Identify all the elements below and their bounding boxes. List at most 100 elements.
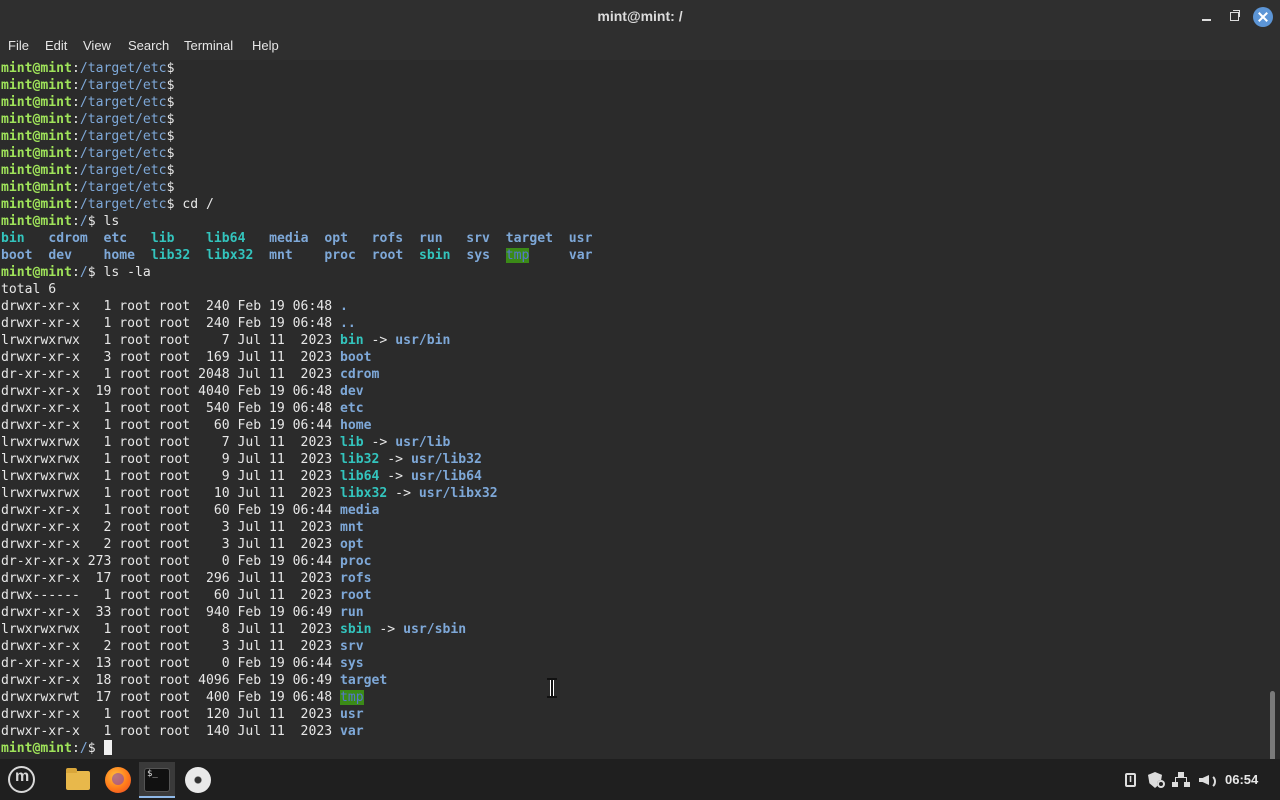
terminal-text: rofs: [339, 571, 372, 586]
terminal-text: /: [79, 265, 88, 280]
terminal-output[interactable]: mint@mint:/target/etc$ mint@mint:/target…: [0, 60, 1280, 759]
terminal-line: mint@mint:/target/etc$: [1, 128, 593, 145]
terminal-text: mint@mint: [1, 146, 72, 161]
terminal-text: mint@mint: [1, 741, 72, 756]
terminal-text: $: [166, 163, 183, 178]
terminal-text: drwxr-xr-x 2 root root 3 Jul 11 2023: [1, 520, 340, 535]
terminal-text: boot: [1, 248, 33, 263]
disc-icon[interactable]: [180, 762, 216, 798]
maximize-icon[interactable]: [1226, 8, 1244, 26]
terminal-line: mint@mint:/target/etc$: [1, 77, 593, 94]
close-icon[interactable]: [1253, 7, 1273, 27]
taskbar: 06:54: [0, 759, 1280, 800]
terminal-line: mint@mint:/target/etc$: [1, 145, 593, 162]
terminal-text: $: [166, 180, 183, 195]
terminal-text: /target/etc: [79, 95, 167, 110]
terminal-text: drwxr-xr-x 1 root root 60 Feb 19 06:44: [1, 418, 340, 433]
terminal-text: media: [269, 231, 309, 246]
terminal-line: lrwxrwxrwx 1 root root 10 Jul 11 2023 li…: [1, 485, 593, 502]
terminal-text: $: [166, 129, 183, 144]
menu-icon[interactable]: [3, 762, 39, 798]
terminal-text: usr/bin: [395, 333, 451, 348]
terminal-line: drwxr-xr-x 2 root root 3 Jul 11 2023 srv: [1, 638, 593, 655]
network-icon[interactable]: [1172, 771, 1190, 789]
terminal-line: drwx------ 1 root root 60 Jul 11 2023 ro…: [1, 587, 593, 604]
terminal-line: mint@mint:/$: [1, 740, 593, 757]
terminal-text: $: [166, 112, 183, 127]
clock[interactable]: 06:54: [1225, 772, 1258, 787]
terminal-text: $ ls -la: [87, 265, 151, 280]
terminal-text: bin: [1, 231, 25, 246]
terminal-line: drwxr-xr-x 1 root root 120 Jul 11 2023 u…: [1, 706, 593, 723]
terminal-text: mint@mint: [1, 180, 72, 195]
terminal-line: mint@mint:/target/etc$: [1, 60, 593, 77]
window-titlebar[interactable]: mint@mint: /: [0, 0, 1280, 34]
terminal-text: :: [71, 163, 80, 178]
terminal-text: sbin: [419, 248, 451, 263]
window-title: mint@mint: /: [597, 8, 683, 24]
terminal-text: /target/etc: [79, 197, 167, 212]
terminal-line: drwxr-xr-x 1 root root 540 Feb 19 06:48 …: [1, 400, 593, 417]
terminal-text: :: [71, 146, 80, 161]
menu-search[interactable]: Search: [128, 38, 169, 53]
scrollbar[interactable]: [1270, 691, 1275, 759]
terminal-line: drwxr-xr-x 3 root root 169 Jul 11 2023 b…: [1, 349, 593, 366]
menu-terminal[interactable]: Terminal: [184, 38, 233, 53]
terminal-text: /: [79, 214, 88, 229]
terminal-text: lrwxrwxrwx 1 root root 7 Jul 11 2023: [1, 435, 340, 450]
clipboard-icon[interactable]: [1122, 771, 1140, 789]
terminal-text: mnt: [269, 248, 293, 263]
terminal-text: mint@mint: [1, 95, 72, 110]
terminal-text: opt: [324, 231, 348, 246]
firefox-icon[interactable]: [100, 762, 136, 798]
terminal-text: usr/libx32: [418, 486, 498, 501]
terminal-text: var: [568, 248, 593, 263]
terminal-text: sys: [466, 248, 490, 263]
terminal-text: sbin: [339, 622, 372, 637]
terminal-line: lrwxrwxrwx 1 root root 9 Jul 11 2023 lib…: [1, 468, 593, 485]
terminal-text: drwxr-xr-x 33 root root 940 Feb 19 06:49: [1, 605, 340, 620]
text-cursor-icon: [546, 678, 558, 698]
terminal-text: :: [71, 214, 80, 229]
terminal-text: libx32: [206, 248, 254, 263]
terminal-line: mint@mint:/$ ls: [1, 213, 593, 230]
terminal-text: ->: [363, 333, 396, 348]
terminal-text: total 6: [1, 282, 57, 297]
terminal-text: bin: [339, 333, 364, 348]
terminal-text: lib: [150, 231, 175, 246]
terminal-text: ..: [339, 316, 356, 331]
terminal-text: drwxr-xr-x 2 root root 3 Jul 11 2023: [1, 639, 340, 654]
terminal-text: rofs: [371, 231, 404, 246]
menu-edit[interactable]: Edit: [45, 38, 67, 53]
terminal-icon[interactable]: [139, 762, 175, 798]
volume-icon[interactable]: [1198, 771, 1216, 789]
terminal-line: total 6: [1, 281, 593, 298]
menu-file[interactable]: File: [8, 38, 29, 53]
terminal-text: usr/sbin: [403, 622, 467, 637]
terminal-line: drwxr-xr-x 1 root root 240 Feb 19 06:48 …: [1, 315, 593, 332]
terminal-text: lrwxrwxrwx 1 root root 10 Jul 11 2023: [1, 486, 340, 501]
menu-help[interactable]: Help: [252, 38, 279, 53]
terminal-text: libx32: [339, 486, 388, 501]
terminal-text: home: [339, 418, 372, 433]
terminal-text: mint@mint: [1, 112, 72, 127]
menu-view[interactable]: View: [83, 38, 111, 53]
terminal-text: :: [71, 180, 80, 195]
terminal-text: tmp: [339, 690, 364, 705]
files-icon[interactable]: [60, 762, 96, 798]
terminal-text: srv: [339, 639, 364, 654]
terminal-text: :: [71, 95, 80, 110]
terminal-text: :: [71, 197, 80, 212]
minimize-icon[interactable]: [1198, 8, 1216, 26]
shield-icon[interactable]: [1146, 771, 1165, 789]
